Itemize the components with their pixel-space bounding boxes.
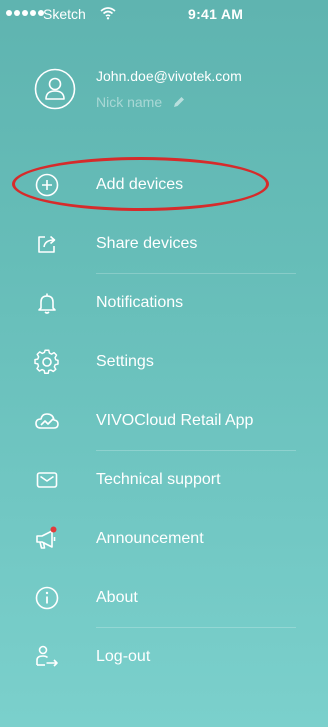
pencil-icon[interactable]	[172, 95, 186, 109]
carrier-name: Sketch	[43, 6, 86, 22]
clock-time: 9:41 AM	[188, 6, 244, 22]
wifi-icon	[100, 7, 116, 20]
side-menu-screen: Sketch 9:41 AM John.doe@vivotek.com Nick…	[0, 0, 328, 727]
menu-item-log-out[interactable]: Log-out	[0, 628, 328, 687]
signal-strength-icon	[6, 10, 44, 16]
menu-item-label: VIVOCloud Retail App	[96, 412, 254, 429]
menu-item-label: Settings	[96, 353, 154, 370]
menu-item-label: Announcement	[96, 530, 204, 547]
menu-item-technical-support[interactable]: Technical support	[0, 451, 328, 510]
highlight-annotation-ellipse	[12, 157, 269, 211]
cloud-chart-icon	[35, 413, 59, 429]
logout-user-icon	[36, 645, 58, 667]
menu-item-label: Share devices	[96, 235, 198, 252]
share-icon	[38, 235, 56, 253]
nick-name-row[interactable]: Nick name	[96, 94, 186, 110]
bell-icon	[38, 293, 56, 314]
menu-item-share-devices[interactable]: Share devices	[0, 215, 328, 274]
info-icon	[35, 586, 59, 610]
menu-item-label: Notifications	[96, 294, 184, 311]
side-menu: Add devices Share devices Notifications	[0, 156, 328, 687]
megaphone-icon	[36, 526, 57, 549]
menu-item-about[interactable]: About	[0, 569, 328, 628]
menu-item-settings[interactable]: Settings	[0, 333, 328, 392]
notification-badge	[50, 526, 57, 533]
avatar-icon[interactable]	[34, 68, 76, 110]
mail-icon	[36, 472, 58, 488]
menu-item-announcement[interactable]: Announcement	[0, 510, 328, 569]
user-email: John.doe@vivotek.com	[96, 68, 242, 84]
gear-icon	[34, 349, 59, 374]
menu-item-label: Log-out	[96, 648, 151, 665]
menu-item-vivocloud-retail[interactable]: VIVOCloud Retail App	[0, 392, 328, 451]
menu-item-notifications[interactable]: Notifications	[0, 274, 328, 333]
status-bar: Sketch 9:41 AM	[0, 0, 328, 30]
user-profile: John.doe@vivotek.com Nick name	[0, 62, 328, 132]
nick-name-label: Nick name	[96, 94, 163, 110]
menu-item-label: About	[96, 589, 138, 606]
menu-item-label: Technical support	[96, 471, 221, 488]
